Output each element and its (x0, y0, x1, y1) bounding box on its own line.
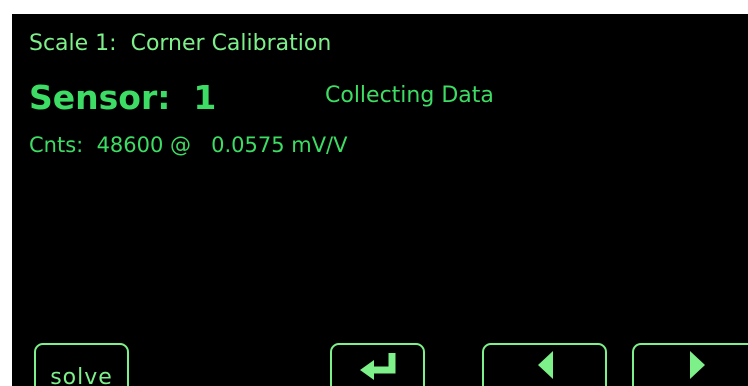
right-arrow-button[interactable] (632, 343, 748, 386)
sensor-number-label: Sensor: 1 (29, 78, 217, 117)
solve-button-label: solve (50, 365, 113, 386)
enter-button[interactable] (330, 343, 425, 386)
status-text: Collecting Data (325, 83, 494, 108)
arrow-left-icon (484, 345, 605, 386)
display-screen: Scale 1: Corner Calibration Sensor: 1 Co… (12, 14, 748, 386)
arrow-right-icon (634, 345, 748, 386)
page-title: Scale 1: Corner Calibration (29, 31, 332, 56)
enter-return-icon (332, 345, 423, 386)
solve-button[interactable]: solve (34, 343, 129, 386)
counts-readout: Cnts: 48600 @ 0.0575 mV/V (29, 133, 348, 157)
left-arrow-button[interactable] (482, 343, 607, 386)
